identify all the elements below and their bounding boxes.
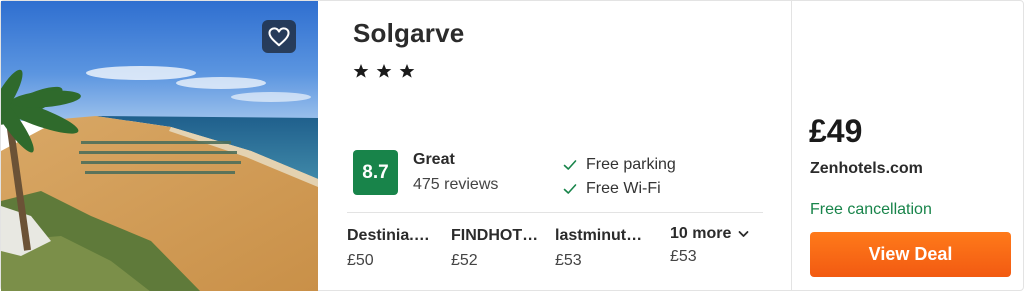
rating-score-badge[interactable]: 8.7 xyxy=(353,150,398,195)
more-count: 10 more xyxy=(670,225,732,242)
hotel-info: Solgarve 8.7 Great 475 reviews Free park… xyxy=(318,1,791,291)
free-cancellation-label: Free cancellation xyxy=(810,201,932,218)
chevron-down-icon xyxy=(738,231,749,237)
star-icon xyxy=(353,64,369,78)
provider-offer[interactable]: lastminut… £53 xyxy=(555,227,653,270)
deal-site[interactable]: Zenhotels.com xyxy=(810,160,923,178)
star-icon xyxy=(376,64,392,78)
rating-label[interactable]: Great xyxy=(413,151,455,169)
star-icon xyxy=(399,64,415,78)
more-providers-label: 10 more xyxy=(670,225,780,243)
more-providers-button[interactable]: 10 more £53 xyxy=(670,225,780,266)
deal-price[interactable]: £49 xyxy=(809,113,862,150)
more-providers-price: £53 xyxy=(670,248,697,265)
divider xyxy=(347,212,763,213)
provider-name: Destinia.… xyxy=(347,227,430,244)
check-icon xyxy=(563,160,577,170)
hotel-photo[interactable] xyxy=(1,1,318,291)
amenities-list: Free parking Free Wi-Fi xyxy=(562,153,676,201)
best-deal: £49 Zenhotels.com Free cancellation View… xyxy=(792,1,1023,291)
provider-name: lastminut… xyxy=(555,227,643,244)
review-count[interactable]: 475 reviews xyxy=(413,176,498,194)
provider-name: FINDHOT… xyxy=(451,227,539,244)
check-icon xyxy=(563,184,577,194)
amenity-item: Free parking xyxy=(562,153,676,177)
hotel-name[interactable]: Solgarve xyxy=(353,18,464,49)
amenity-label: Free parking xyxy=(586,156,676,173)
provider-price: £52 xyxy=(451,252,478,269)
favorite-button[interactable] xyxy=(262,20,296,53)
heart-icon xyxy=(268,26,290,46)
hotel-result-card[interactable]: Solgarve 8.7 Great 475 reviews Free park… xyxy=(0,0,1024,291)
amenity-label: Free Wi-Fi xyxy=(586,180,661,197)
provider-offer[interactable]: Destinia.… £50 xyxy=(347,227,445,270)
provider-price: £53 xyxy=(555,252,582,269)
provider-offer[interactable]: FINDHOT… £52 xyxy=(451,227,549,270)
provider-prices: Destinia.… £50 FINDHOT… £52 lastminut… £… xyxy=(347,225,787,277)
view-deal-button[interactable]: View Deal xyxy=(810,232,1011,277)
star-rating xyxy=(353,63,415,79)
amenity-item: Free Wi-Fi xyxy=(562,177,676,201)
provider-price: £50 xyxy=(347,252,374,269)
